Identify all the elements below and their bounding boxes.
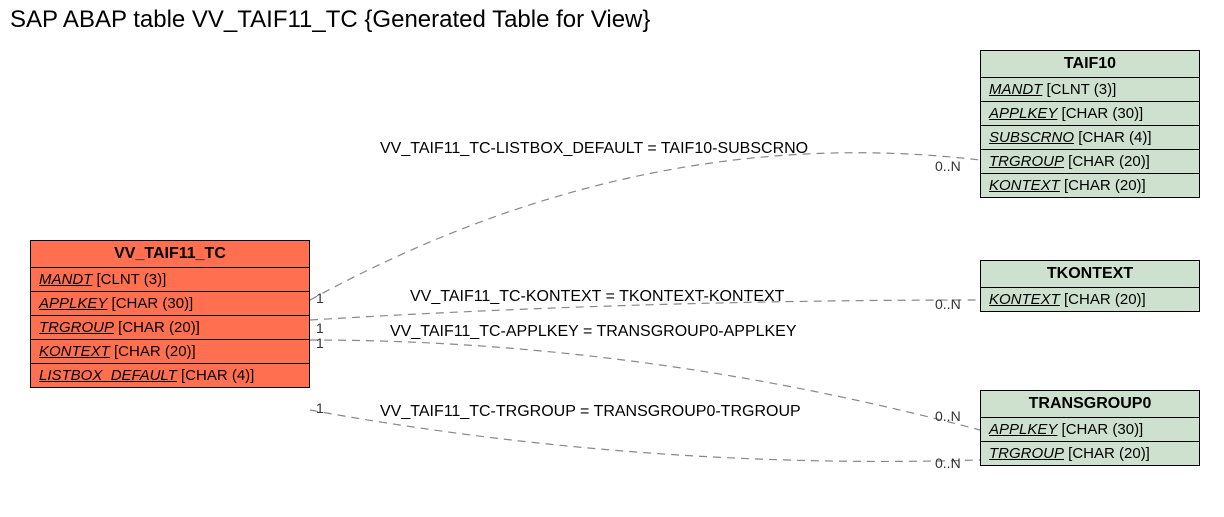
entity-vv-taif11-tc: VV_TAIF11_TC MANDT [CLNT (3)] APPLKEY [C…	[30, 240, 310, 388]
entity-tkontext: TKONTEXT KONTEXT [CHAR (20)]	[980, 260, 1200, 312]
entity-transgroup0: TRANSGROUP0 APPLKEY [CHAR (30)] TRGROUP …	[980, 390, 1200, 466]
entity-field: KONTEXT [CHAR (20)]	[31, 340, 309, 364]
entity-field: KONTEXT [CHAR (20)]	[981, 288, 1199, 311]
entity-field: APPLKEY [CHAR (30)]	[981, 102, 1199, 126]
cardinality-left: 1	[316, 320, 324, 336]
entity-field: MANDT [CLNT (3)]	[981, 78, 1199, 102]
relation-label: VV_TAIF11_TC-KONTEXT = TKONTEXT-KONTEXT	[410, 288, 784, 306]
entity-taif10: TAIF10 MANDT [CLNT (3)] APPLKEY [CHAR (3…	[980, 50, 1200, 198]
entity-header: VV_TAIF11_TC	[31, 241, 309, 268]
cardinality-left: 1	[316, 400, 324, 416]
entity-field: APPLKEY [CHAR (30)]	[31, 292, 309, 316]
cardinality-right: 0..N	[935, 408, 961, 424]
entity-field: MANDT [CLNT (3)]	[31, 268, 309, 292]
cardinality-right: 0..N	[935, 158, 961, 174]
entity-header: TAIF10	[981, 51, 1199, 78]
cardinality-right: 0..N	[935, 296, 961, 312]
entity-field: LISTBOX_DEFAULT [CHAR (4)]	[31, 364, 309, 387]
cardinality-right: 0..N	[935, 455, 961, 471]
page-title: SAP ABAP table VV_TAIF11_TC {Generated T…	[10, 6, 650, 34]
entity-field: APPLKEY [CHAR (30)]	[981, 418, 1199, 442]
entity-field: TRGROUP [CHAR (20)]	[981, 442, 1199, 465]
cardinality-left: 1	[316, 290, 324, 306]
relation-label: VV_TAIF11_TC-APPLKEY = TRANSGROUP0-APPLK…	[390, 323, 797, 341]
entity-header: TKONTEXT	[981, 261, 1199, 288]
cardinality-left: 1	[316, 335, 324, 351]
relation-label: VV_TAIF11_TC-TRGROUP = TRANSGROUP0-TRGRO…	[380, 403, 801, 421]
relation-label: VV_TAIF11_TC-LISTBOX_DEFAULT = TAIF10-SU…	[380, 140, 808, 158]
entity-field: TRGROUP [CHAR (20)]	[981, 150, 1199, 174]
entity-field: SUBSCRNO [CHAR (4)]	[981, 126, 1199, 150]
entity-field: TRGROUP [CHAR (20)]	[31, 316, 309, 340]
entity-header: TRANSGROUP0	[981, 391, 1199, 418]
entity-field: KONTEXT [CHAR (20)]	[981, 174, 1199, 197]
